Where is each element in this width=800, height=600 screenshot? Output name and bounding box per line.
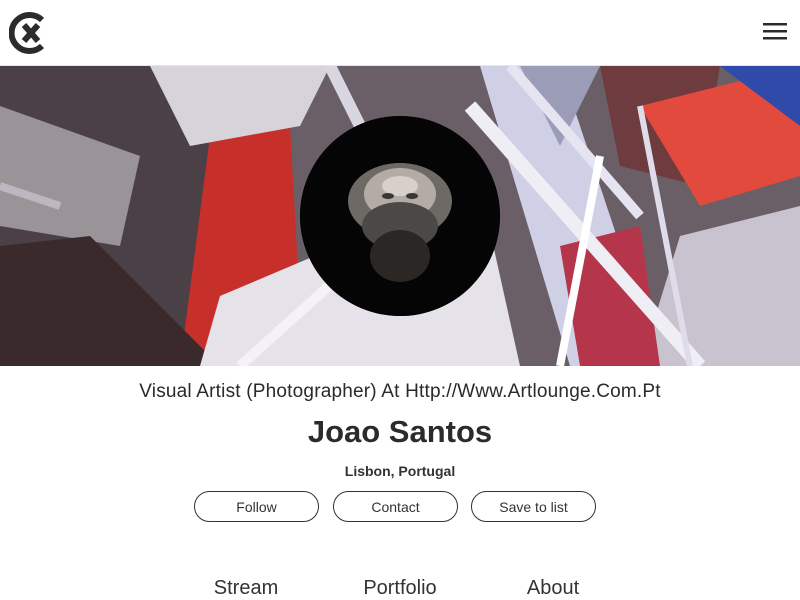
profile-name: Joao Santos <box>307 414 493 449</box>
follow-button[interactable]: Follow <box>194 491 319 522</box>
profile-tabs: Stream Portfolio About <box>0 577 800 600</box>
contact-button[interactable]: Contact <box>333 491 458 522</box>
profile-headline: Visual Artist (Photographer) At Http://W… <box>139 381 661 402</box>
tab-portfolio[interactable]: Portfolio <box>363 577 436 600</box>
profile-location: Lisbon, Portugal <box>344 463 456 479</box>
profile-avatar[interactable] <box>300 116 500 316</box>
tab-stream[interactable]: Stream <box>214 577 278 600</box>
top-navigation-bar <box>0 0 800 66</box>
save-to-list-button[interactable]: Save to list <box>471 491 596 522</box>
tab-about[interactable]: About <box>527 577 579 600</box>
circle-x-logo-icon[interactable] <box>8 11 51 55</box>
hamburger-menu-icon[interactable] <box>760 20 790 44</box>
